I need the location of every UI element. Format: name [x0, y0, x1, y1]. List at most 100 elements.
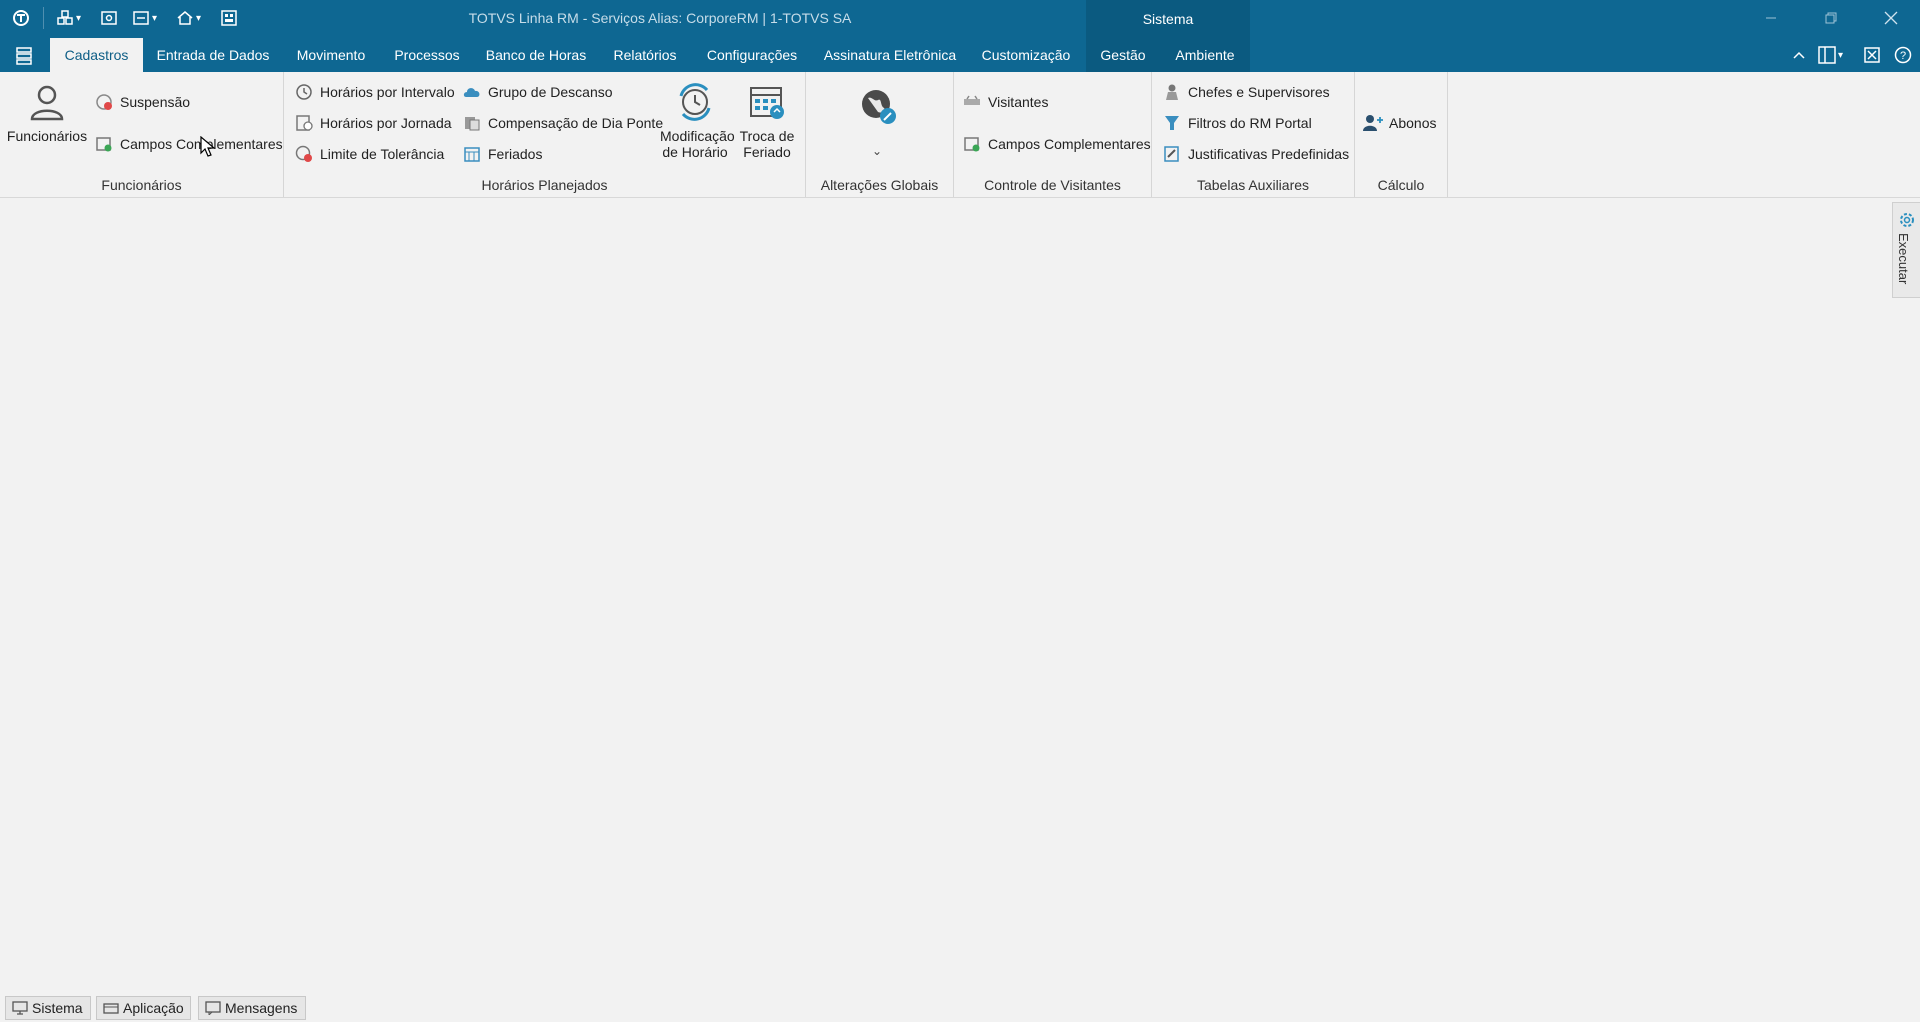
tolerance-icon — [294, 144, 314, 164]
status-bar: Sistema Aplicação Mensagens — [0, 992, 1920, 1022]
abonos-button[interactable]: Abonos — [1363, 111, 1436, 135]
group-calculo: Abonos Cálculo — [1355, 72, 1448, 197]
gear-icon — [1898, 211, 1916, 233]
tab-assinatura-eletronica[interactable]: Assinatura Eletrônica — [818, 38, 962, 72]
status-mensagens-button[interactable]: Mensagens — [198, 996, 306, 1020]
grupo-descanso-label: Grupo de Descanso — [488, 84, 613, 100]
alteracoes-dropdown-icon[interactable]: ⌄ — [872, 144, 882, 158]
status-sistema-label: Sistema — [32, 1000, 83, 1016]
status-mensagens-label: Mensagens — [225, 1000, 298, 1016]
calendar-swap-icon — [734, 82, 800, 122]
clock-icon — [294, 82, 314, 102]
edit-document-icon — [1162, 144, 1182, 164]
app-logo-icon[interactable] — [12, 8, 30, 28]
collapse-ribbon-icon[interactable] — [1793, 44, 1805, 66]
svg-text:?: ? — [1900, 50, 1906, 62]
tab-configuracoes[interactable]: Configurações — [700, 38, 804, 72]
horarios-intervalo-label: Horários por Intervalo — [320, 84, 455, 100]
chefes-button[interactable]: Chefes e Supervisores — [1162, 80, 1330, 104]
visitantes-label: Visitantes — [988, 94, 1049, 110]
tab-ambiente[interactable]: Ambiente — [1166, 38, 1244, 72]
visitantes-button[interactable]: Visitantes — [962, 90, 1048, 114]
status-sistema-button[interactable]: Sistema — [5, 996, 91, 1020]
person-icon — [6, 82, 88, 122]
group-tabelas-auxiliares: Chefes e Supervisores Filtros do RM Port… — [1152, 72, 1355, 197]
home-icon[interactable]: ▾ — [176, 8, 201, 28]
view-icon[interactable] — [100, 8, 118, 28]
campos-complementares-button[interactable]: Campos Complementares — [94, 132, 283, 156]
group-funcionarios: Funcionários Suspensão Campos Complement… — [0, 72, 284, 197]
title-bar: ▾ ▾ ▾ TOTVS Linha RM - Serviços Alias: C… — [0, 0, 1920, 36]
limite-tolerancia-label: Limite de Tolerância — [320, 146, 445, 162]
horarios-jornada-button[interactable]: Horários por Jornada — [294, 111, 452, 135]
group-label-alteracoes: Alterações Globais — [820, 177, 939, 193]
tab-entrada-de-dados[interactable]: Entrada de Dados — [150, 38, 276, 72]
tab-cadastros[interactable]: Cadastros — [50, 38, 143, 72]
app-menu-icon[interactable] — [14, 47, 34, 69]
modificacao-label-1: Modificação — [660, 128, 735, 144]
tab-movimento[interactable]: Movimento — [290, 38, 372, 72]
horarios-jornada-label: Horários por Jornada — [320, 115, 452, 131]
funcionarios-button[interactable]: Funcionários — [6, 82, 88, 144]
suspensao-label: Suspensão — [120, 94, 191, 110]
troca-label-1: Troca de — [739, 128, 795, 144]
schedule-icon — [294, 113, 314, 133]
abonos-label: Abonos — [1389, 115, 1437, 131]
context-tab-sistema[interactable]: Sistema — [1086, 0, 1250, 36]
supervisor-icon — [1162, 82, 1182, 102]
troca-label-2: Feriado — [743, 144, 791, 160]
context-menu-icon[interactable]: ▾ — [56, 8, 81, 28]
suspensao-button[interactable]: Suspensão — [94, 90, 190, 114]
group-label-auxiliares: Tabelas Auxiliares — [1196, 177, 1310, 193]
group-label-horarios: Horários Planejados — [481, 177, 608, 193]
dashboard-icon[interactable] — [220, 8, 238, 28]
group-horarios-planejados: Horários por Intervalo Horários por Jorn… — [284, 72, 806, 197]
justificativas-label: Justificativas Predefinidas — [1188, 146, 1350, 162]
cloud-icon — [462, 82, 482, 102]
status-aplicacao-label: Aplicação — [123, 1000, 184, 1016]
group-label-funcionarios: Funcionários — [101, 177, 182, 193]
group-label-visitantes: Controle de Visitantes — [984, 177, 1121, 193]
monitor-icon — [12, 1001, 28, 1015]
filter-icon — [1162, 113, 1182, 133]
calendar-icon — [462, 144, 482, 164]
tab-banco-de-horas[interactable]: Banco de Horas — [482, 38, 590, 72]
tab-processos[interactable]: Processos — [386, 38, 468, 72]
modificacao-horario-button[interactable]: Modificação de Horário — [660, 82, 735, 160]
tab-gestao[interactable]: Gestão — [1092, 38, 1154, 72]
filtros-portal-button[interactable]: Filtros do RM Portal — [1162, 111, 1312, 135]
separator — [43, 7, 44, 29]
grupo-descanso-button[interactable]: Grupo de Descanso — [462, 80, 613, 104]
window-list-icon[interactable]: ▾ — [132, 8, 157, 28]
user-add-icon — [1363, 113, 1383, 133]
compensation-icon — [462, 113, 482, 133]
suspension-icon — [94, 92, 114, 112]
tab-relatorios[interactable]: Relatórios — [604, 38, 686, 72]
horarios-intervalo-button[interactable]: Horários por Intervalo — [294, 80, 455, 104]
funcionarios-label: Funcionários — [6, 128, 88, 144]
group-alteracoes-globais: ⌄ Alterações Globais — [806, 72, 954, 197]
compensacao-button[interactable]: Compensação de Dia Ponte — [462, 111, 663, 135]
mouse-cursor-icon — [200, 135, 216, 162]
status-aplicacao-button[interactable]: Aplicação — [96, 996, 191, 1020]
chefes-label: Chefes e Supervisores — [1188, 84, 1330, 100]
minimize-button[interactable] — [1746, 0, 1796, 36]
restore-button[interactable] — [1806, 0, 1856, 36]
feriados-button[interactable]: Feriados — [462, 142, 542, 166]
visitors-icon — [962, 92, 982, 112]
help-icon[interactable]: ? — [1894, 44, 1912, 66]
window-title: TOTVS Linha RM - Serviços Alias: Corpore… — [468, 10, 852, 26]
limite-tolerancia-button[interactable]: Limite de Tolerância — [294, 142, 444, 166]
layout-icon[interactable]: ▾ — [1818, 44, 1843, 66]
close-button[interactable] — [1866, 0, 1916, 36]
executar-side-tab[interactable]: Executar — [1892, 202, 1920, 298]
close-window-icon[interactable] — [1864, 44, 1880, 66]
troca-feriado-button[interactable]: Troca de Feriado — [734, 82, 800, 160]
tab-customizacao[interactable]: Customização — [976, 38, 1076, 72]
globe-edit-icon[interactable] — [858, 86, 898, 130]
visitantes-campos-button[interactable]: Campos Complementares — [962, 132, 1151, 156]
compensacao-label: Compensação de Dia Ponte — [488, 115, 664, 131]
visitantes-campos-label: Campos Complementares — [988, 136, 1151, 152]
modificacao-label-2: de Horário — [662, 144, 728, 160]
justificativas-button[interactable]: Justificativas Predefinidas — [1162, 142, 1349, 166]
